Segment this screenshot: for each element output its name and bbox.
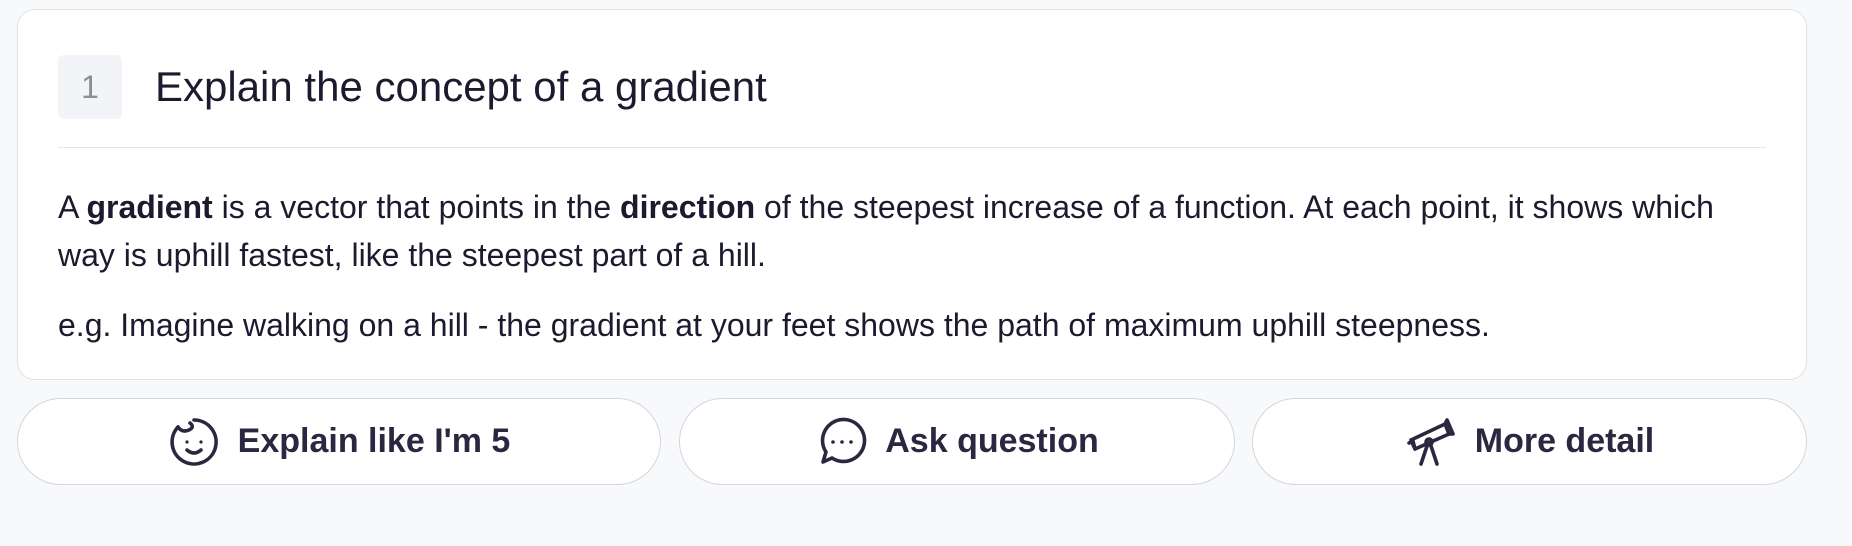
term-gradient: gradient xyxy=(86,189,213,225)
chat-bubble-icon xyxy=(815,416,867,468)
divider xyxy=(58,147,1766,148)
term-direction: direction xyxy=(620,189,756,225)
explanation-text: A gradient is a vector that points in th… xyxy=(58,183,1768,279)
more-detail-button[interactable]: More detail xyxy=(1252,398,1807,485)
step-number-badge: 1 xyxy=(58,55,122,119)
ask-question-label: Ask question xyxy=(885,422,1099,460)
explanation-part: is a vector that points in the xyxy=(212,189,621,225)
explain-like-im-5-label: Explain like I'm 5 xyxy=(237,422,511,460)
explanation-card: 1 Explain the concept of a gradient A gr… xyxy=(17,9,1807,380)
ask-question-button[interactable]: Ask question xyxy=(679,398,1235,485)
example-text: e.g. Imagine walking on a hill - the gra… xyxy=(58,307,1490,343)
baby-face-icon xyxy=(168,416,220,468)
explain-like-im-5-button[interactable]: Explain like I'm 5 xyxy=(17,398,661,485)
card-title: Explain the concept of a gradient xyxy=(155,63,767,110)
explanation-part: A xyxy=(58,189,87,225)
more-detail-label: More detail xyxy=(1474,422,1655,460)
telescope-icon xyxy=(1405,416,1457,468)
